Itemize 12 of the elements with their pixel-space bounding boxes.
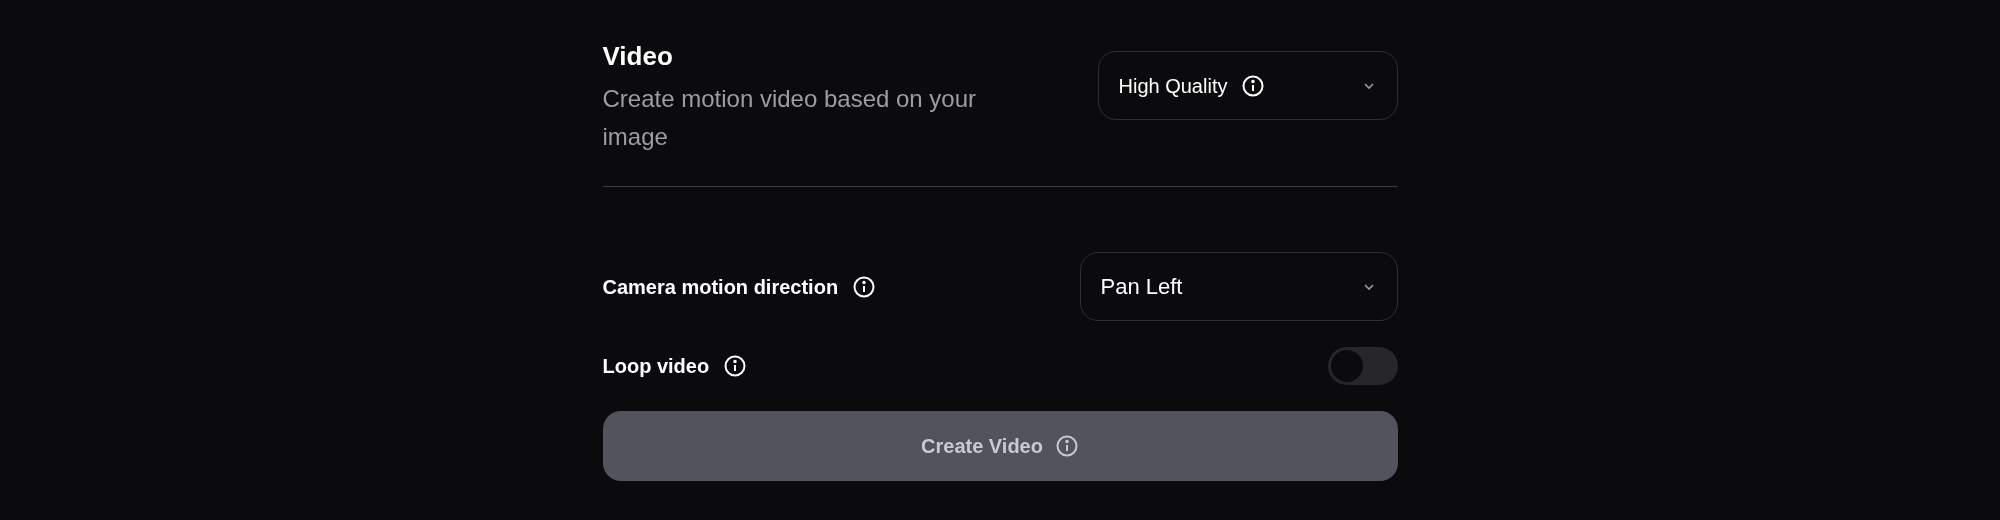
section-description: Create motion video based on your image bbox=[602, 84, 978, 152]
motion-dropdown[interactable]: Pan Left bbox=[1079, 252, 1398, 321]
dropdown-value: High Quality bbox=[1118, 73, 1228, 99]
setting-label: Loop video bbox=[602, 354, 710, 379]
dropdown-value: Pan Left bbox=[1100, 273, 1183, 301]
setting-label: Camera motion direction bbox=[602, 274, 839, 300]
toggle-switch[interactable] bbox=[1327, 347, 1398, 385]
info-icon[interactable] bbox=[852, 274, 877, 299]
section-title: Video bbox=[602, 40, 674, 72]
quality-dropdown[interactable]: High Quality bbox=[1097, 51, 1398, 120]
info-icon[interactable] bbox=[723, 354, 748, 378]
info-icon[interactable] bbox=[1241, 73, 1266, 98]
